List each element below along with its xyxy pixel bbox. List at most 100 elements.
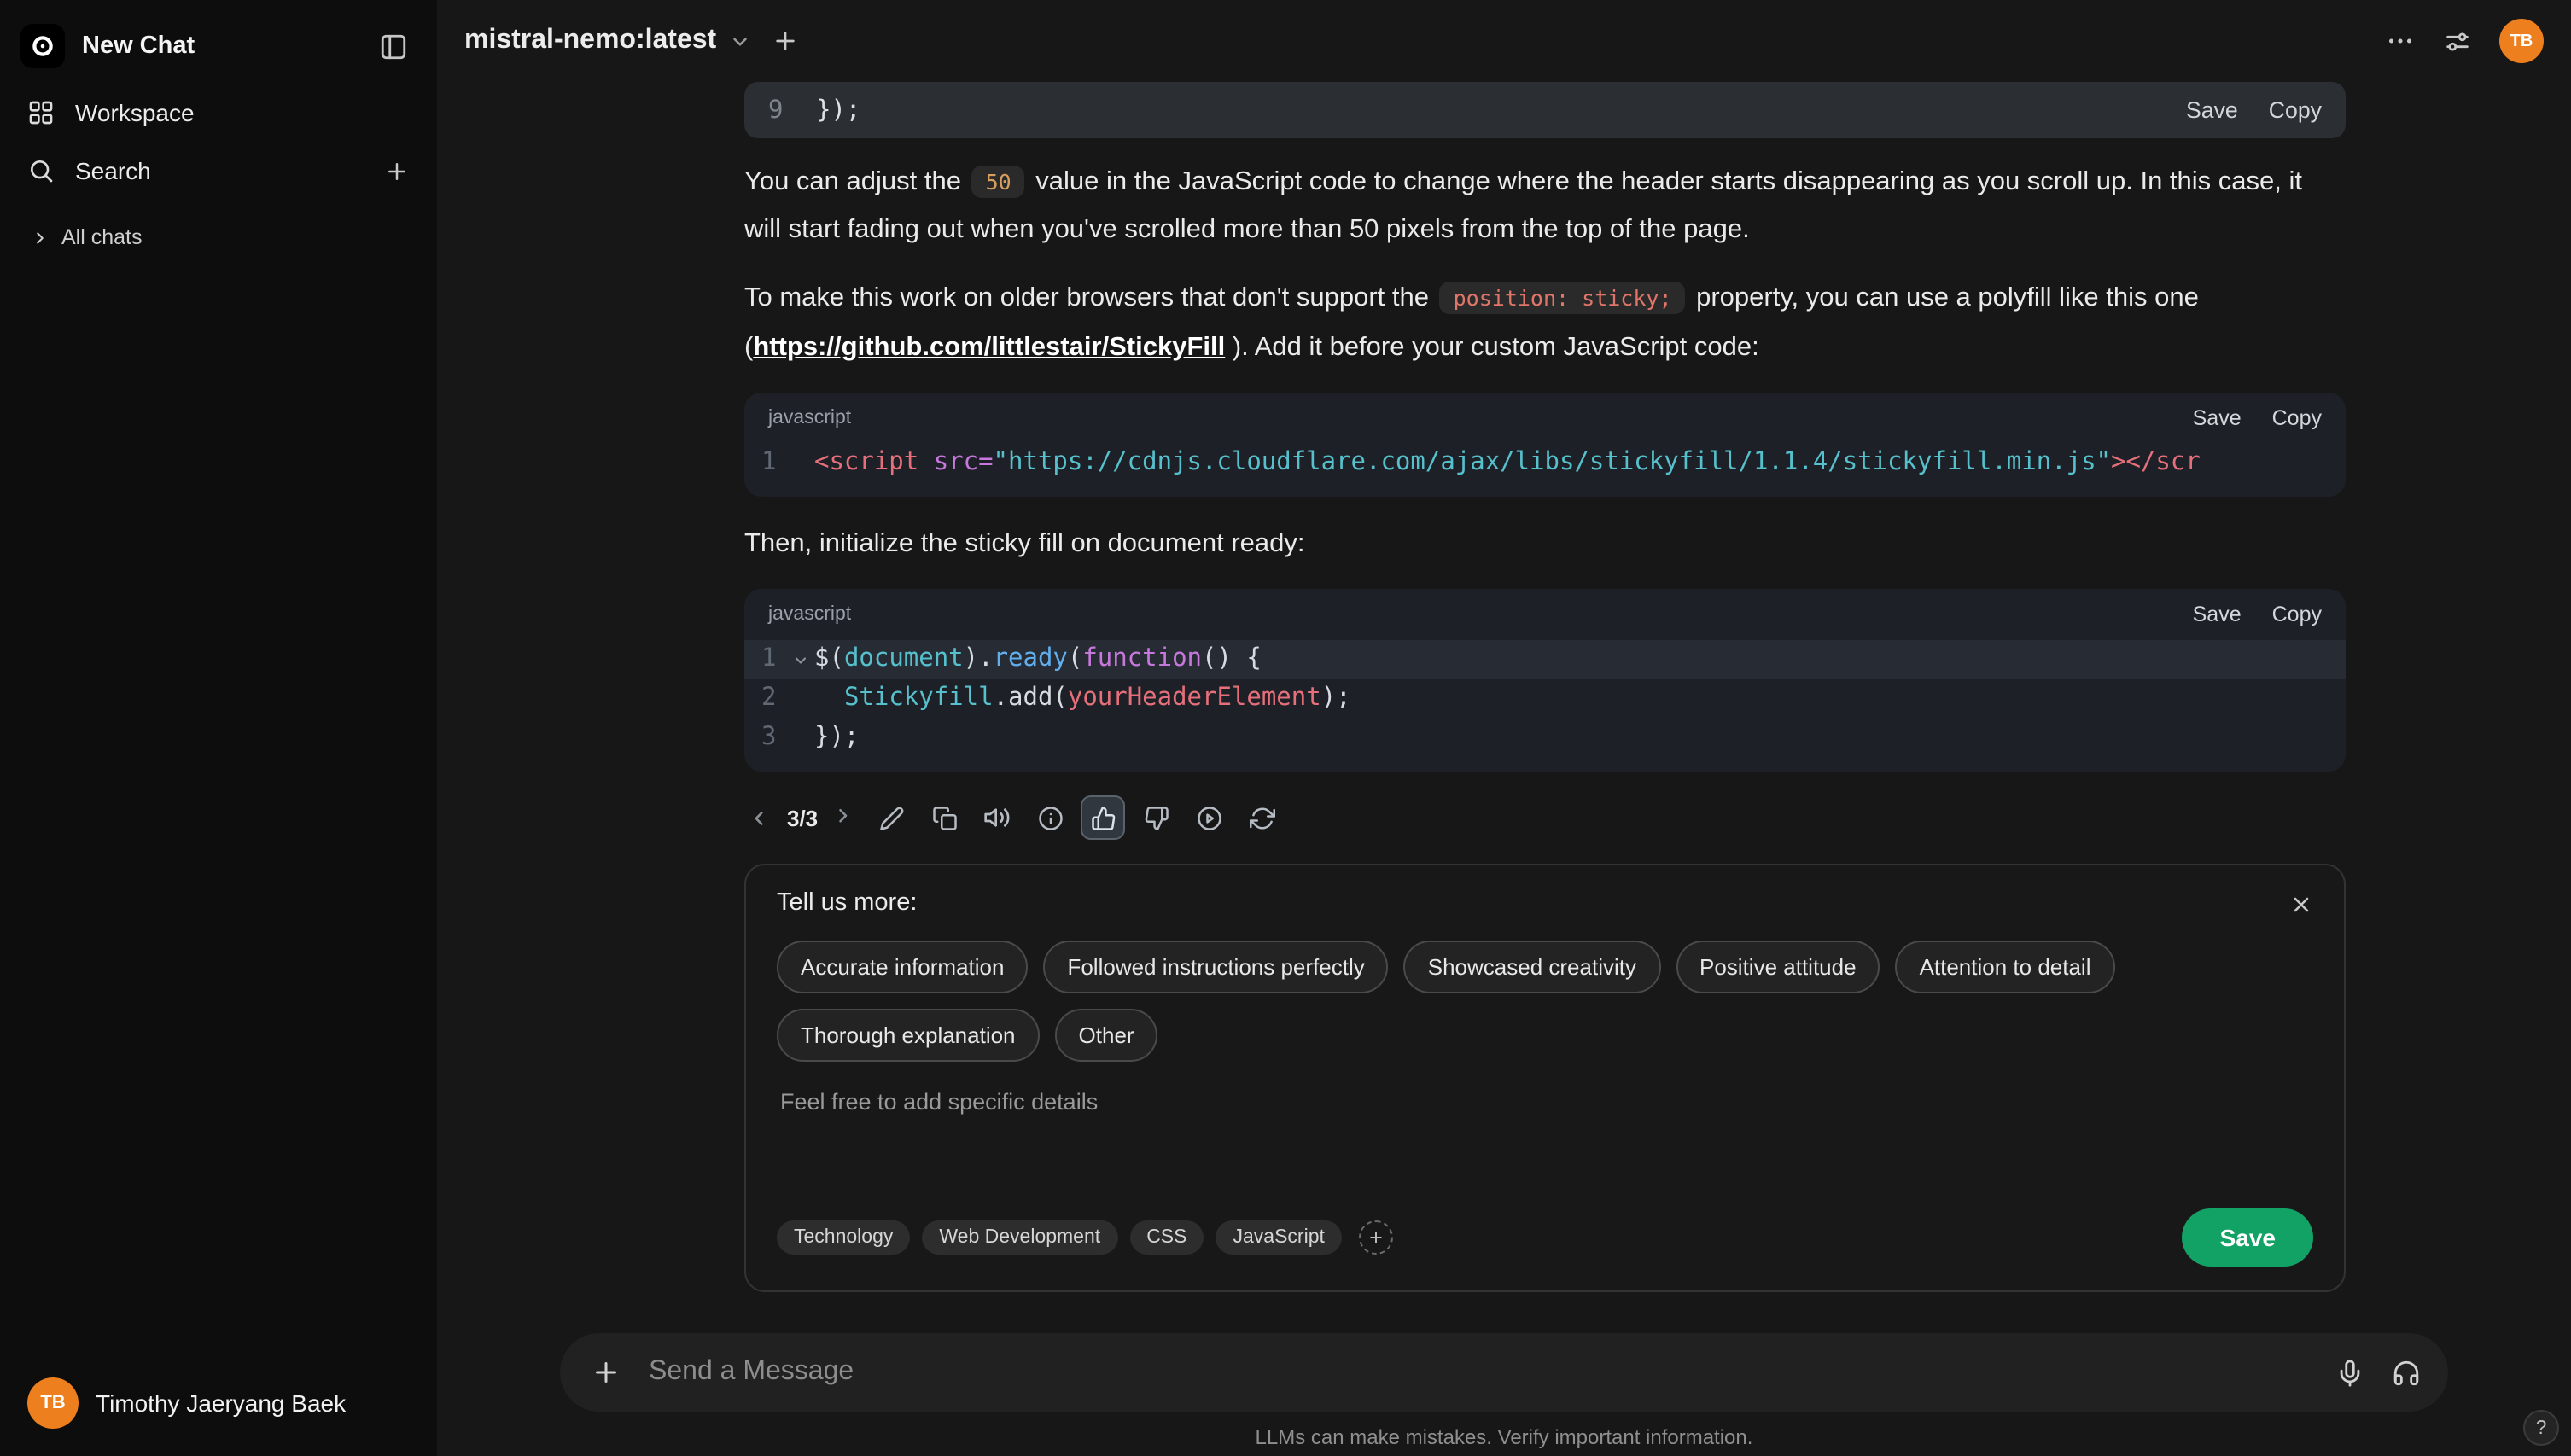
assistant-paragraph: Then, initialize the sticky fill on docu…: [744, 528, 1305, 558]
voice-input-button[interactable]: [2335, 1358, 2364, 1387]
all-chats-label: All chats: [61, 225, 143, 249]
next-response-button[interactable]: [831, 803, 860, 832]
bad-response-button[interactable]: [1134, 795, 1178, 840]
continue-response-button[interactable]: [1186, 795, 1231, 840]
feedback-option-chip[interactable]: Accurate information: [777, 941, 1029, 994]
help-button[interactable]: ?: [2523, 1410, 2559, 1446]
chat-controls-button[interactable]: [2443, 26, 2472, 55]
ellipsis-icon: [2388, 38, 2412, 44]
code-text: });: [816, 96, 861, 124]
user-menu[interactable]: TB Timothy Jaeryang Baek: [14, 1364, 423, 1442]
code-save-button[interactable]: Save: [2193, 603, 2242, 626]
good-response-button[interactable]: [1081, 795, 1126, 841]
code-copy-button[interactable]: Copy: [2269, 97, 2322, 123]
feedback-close-button[interactable]: [2286, 889, 2317, 920]
sidebar: New Chat Workspace Search All chats TB T…: [0, 0, 437, 1456]
close-icon: [2294, 897, 2309, 912]
composer: [560, 1333, 2448, 1412]
feedback-tags: Technology Web Development CSS JavaScript: [777, 1220, 1342, 1255]
regenerate-button[interactable]: [1239, 795, 1284, 840]
code-copy-button[interactable]: Copy: [2272, 603, 2322, 626]
sidebar-item-workspace[interactable]: Workspace: [14, 85, 423, 140]
feedback-save-button[interactable]: Save: [2182, 1208, 2313, 1267]
previous-response-button[interactable]: [744, 803, 773, 832]
fold-chevron-icon[interactable]: [785, 651, 814, 668]
plus-icon: [1370, 1232, 1382, 1243]
feedback-option-chip[interactable]: Thorough explanation: [777, 1009, 1040, 1063]
code-save-button[interactable]: Save: [2186, 97, 2238, 123]
more-options-button[interactable]: [2385, 26, 2416, 56]
model-selector[interactable]: mistral-nemo:latest: [464, 26, 750, 56]
add-tag-button[interactable]: [1358, 1220, 1393, 1255]
code-language-label: javascript: [768, 407, 852, 428]
line-number: 3: [761, 724, 777, 752]
feedback-tag[interactable]: Web Development: [922, 1220, 1118, 1255]
paragraph-text: ). Add it before your custom JavaScript …: [1225, 332, 1759, 362]
feedback-tag[interactable]: CSS: [1129, 1220, 1204, 1255]
code-line: 1 <script src= "https://cdnjs.cloudflare.c…: [744, 444, 2346, 483]
code-token: (: [1067, 645, 1083, 673]
code-token: document: [843, 645, 964, 673]
external-link[interactable]: https://github.com/littlestair/StickyFil…: [753, 332, 1225, 361]
feedback-details-input[interactable]: [777, 1089, 2313, 1189]
workspace-grid-icon: [27, 99, 55, 126]
code-token: $(: [814, 645, 844, 673]
code-token: .add(: [993, 684, 1068, 713]
code-language-label: javascript: [768, 604, 852, 626]
copy-response-button[interactable]: [922, 795, 966, 840]
search-icon: [27, 157, 55, 184]
sidebar-toggle-icon[interactable]: [374, 26, 413, 66]
feedback-option-chip[interactable]: Followed instructions perfectly: [1043, 941, 1389, 994]
code-copy-button[interactable]: Copy: [2272, 406, 2322, 430]
edit-response-button[interactable]: [869, 795, 913, 840]
feedback-option-chip[interactable]: Attention to detail: [1895, 941, 2115, 994]
plus-icon: [596, 1362, 616, 1383]
code-content: 1 $(document). ready(function() {2 Stickyf…: [744, 633, 2346, 772]
code-token: () {: [1202, 645, 1262, 673]
info-button[interactable]: [1028, 795, 1072, 840]
chevron-right-icon: [839, 807, 848, 822]
code-content: 1 <script src= "https://cdnjs.cloudflare.c…: [744, 437, 2346, 497]
refresh-icon: [1249, 807, 1275, 829]
code-save-button[interactable]: Save: [2193, 406, 2242, 430]
composer-plus-button[interactable]: [587, 1354, 625, 1391]
read-aloud-button[interactable]: [975, 795, 1019, 840]
pencil-icon: [879, 806, 903, 830]
code-token: );: [1320, 684, 1351, 713]
code-line: 1 $(document). ready(function() {: [744, 640, 2346, 680]
code-token: ></scr: [2111, 448, 2201, 476]
new-chat-plus-button[interactable]: [767, 24, 802, 58]
thumbs-down-icon: [1144, 806, 1168, 830]
feedback-option-chip[interactable]: Other: [1054, 1009, 1158, 1063]
topbar: mistral-nemo:latest TB: [437, 0, 2571, 82]
message-controls: 3/3: [744, 795, 2346, 841]
line-number: 1: [761, 448, 777, 476]
code-line: 3});: [744, 719, 2346, 758]
search-label: Search: [75, 157, 151, 184]
feedback-tag[interactable]: Technology: [777, 1220, 911, 1255]
all-chats-section-toggle[interactable]: All chats: [0, 208, 437, 266]
feedback-tag[interactable]: JavaScript: [1216, 1220, 1342, 1255]
headphones-icon: [2393, 1360, 2419, 1385]
code-token: Stickyfill: [843, 684, 994, 713]
sidebar-item-search[interactable]: Search: [14, 143, 423, 198]
line-number: 1: [761, 645, 777, 673]
app-logo-icon: [20, 24, 65, 68]
line-number: 2: [761, 684, 777, 713]
feedback-option-chip[interactable]: Positive attitude: [1676, 941, 1880, 994]
inline-code: position: sticky;: [1439, 282, 1686, 315]
line-number: 9: [768, 96, 784, 124]
code-token: ).: [963, 645, 994, 673]
bottom-dock: LLMs can make mistakes. Verify important…: [437, 1333, 2571, 1456]
new-chat-button[interactable]: New Chat: [20, 24, 195, 68]
sliders-icon: [2446, 32, 2469, 50]
info-icon: [1038, 806, 1062, 830]
clipboard-icon: [932, 806, 956, 830]
message-input[interactable]: [645, 1355, 2315, 1389]
feedback-option-chip[interactable]: Showcased creativity: [1403, 941, 1660, 994]
play-circle-icon: [1197, 806, 1221, 830]
new-folder-button[interactable]: [384, 158, 410, 183]
call-button[interactable]: [2392, 1358, 2421, 1387]
profile-avatar[interactable]: TB: [2499, 19, 2544, 63]
